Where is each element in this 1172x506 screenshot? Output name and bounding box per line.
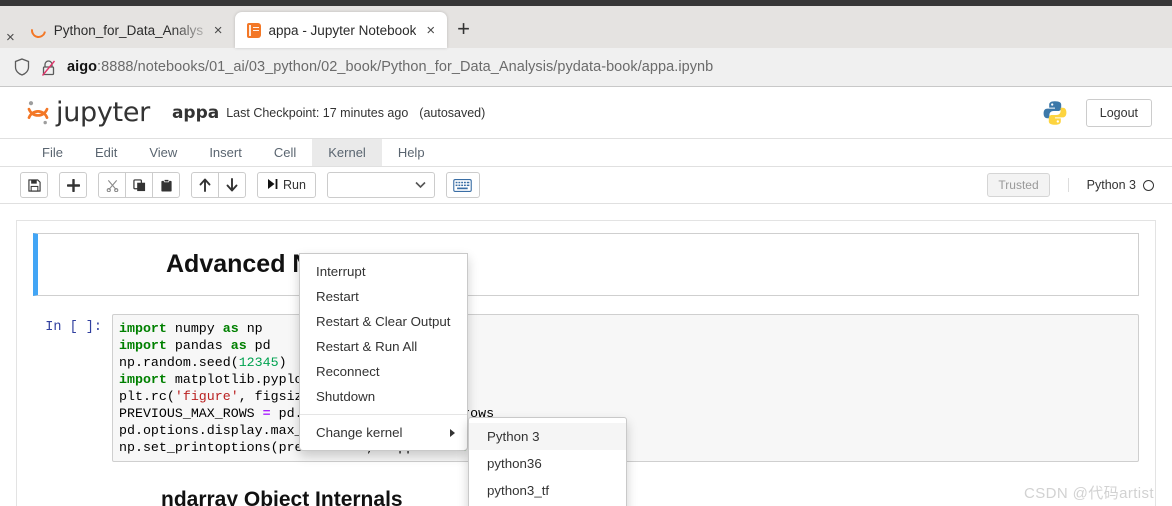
jupyter-logo[interactable]: jupyter [26, 97, 150, 128]
chevron-right-icon [450, 428, 455, 437]
run-cell-button[interactable]: Run [257, 172, 316, 198]
python-logo-icon [1041, 99, 1069, 127]
kernel-menu-divider [300, 414, 467, 415]
code-line: import numpy as np [119, 321, 263, 336]
jupyter-menubar: File Edit View Insert Cell Kernel Help [0, 139, 1172, 167]
kernel-menu-change-kernel[interactable]: Change kernel [300, 420, 467, 445]
kernel-idle-circle-icon [1143, 179, 1154, 191]
url-path: :8888/notebooks/01_ai/03_python/02_book/… [97, 59, 714, 75]
browser-urlbar[interactable]: aigo:8888/notebooks/01_ai/03_python/02_b… [0, 48, 1172, 86]
browser-tabstrip: × Python_for_Data_Analysi × appa - Jupyt… [0, 6, 1172, 48]
kernel-menu-shutdown[interactable]: Shutdown [300, 384, 467, 409]
plus-icon[interactable] [59, 172, 87, 198]
browser-tab-1[interactable]: Python_for_Data_Analysi × [19, 12, 235, 48]
url-text[interactable]: aigo:8888/notebooks/01_ai/03_python/02_b… [67, 59, 713, 75]
toolbar-group-add [59, 172, 87, 198]
markdown-cell-selected[interactable]: Advanced NumPy [33, 233, 1139, 296]
keyboard-icon[interactable] [445, 172, 480, 198]
shield-icon[interactable] [14, 58, 30, 76]
menu-help[interactable]: Help [382, 139, 441, 166]
chevron-down-icon [415, 178, 426, 192]
last-checkpoint-text: Last Checkpoint: 17 minutes ago [226, 105, 409, 120]
browser-chrome: × Python_for_Data_Analysi × appa - Jupyt… [0, 0, 1172, 87]
toolbar-group-run: Run [257, 172, 316, 198]
code-cell-prompt: In [ ]: [45, 320, 102, 335]
code-line: import pandas as pd [119, 338, 271, 353]
run-button-label: Run [283, 178, 306, 192]
notebook-book-icon [246, 22, 261, 38]
autosaved-status: (autosaved) [419, 105, 486, 120]
kernel-menu-interrupt[interactable]: Interrupt [300, 259, 467, 284]
toolbar-group-clipboard [98, 172, 180, 198]
menu-kernel[interactable]: Kernel [312, 139, 382, 166]
new-tab-button[interactable]: + [457, 16, 470, 48]
menu-insert[interactable]: Insert [193, 139, 258, 166]
code-line: plt.rc('figure', figsize=(10, 6)) [119, 389, 382, 404]
kernel-menu-restart-clear-output[interactable]: Restart & Clear Output [300, 309, 467, 334]
jupyter-circle-icon [27, 19, 49, 41]
paste-icon[interactable] [152, 172, 180, 198]
notebook-name[interactable]: appa [172, 103, 219, 123]
jupyter-logo-text: jupyter [56, 97, 150, 128]
kernel-dropdown-menu: Interrupt Restart Restart & Clear Output… [299, 253, 468, 451]
logout-button[interactable]: Logout [1085, 98, 1152, 127]
toolbar-group-save [20, 172, 48, 198]
kernel-menu-reconnect[interactable]: Reconnect [300, 359, 467, 384]
scissors-icon[interactable] [98, 172, 126, 198]
browser-tab-2-close-icon[interactable]: × [424, 23, 437, 38]
kernel-option-python36[interactable]: python36 [469, 450, 626, 477]
toolbar-status-group: Trusted Python 3 [987, 167, 1172, 203]
jupyter-notebook-app: jupyter appa Last Checkpoint: 17 minutes… [0, 87, 1172, 506]
run-play-icon [267, 178, 278, 193]
lock-crossed-icon[interactable] [41, 59, 56, 76]
kernel-option-python3[interactable]: Python 3 [469, 423, 626, 450]
menu-cell[interactable]: Cell [258, 139, 312, 166]
header-right-group: Logout [1041, 98, 1152, 127]
jupyter-logo-icon [26, 100, 50, 126]
menu-file[interactable]: File [26, 139, 79, 166]
jupyter-header: jupyter appa Last Checkpoint: 17 minutes… [0, 87, 1172, 139]
copy-icon[interactable] [125, 172, 153, 198]
code-line: np.random.seed(12345) [119, 355, 287, 370]
arrow-up-icon[interactable] [191, 172, 219, 198]
kernel-menu-restart[interactable]: Restart [300, 284, 467, 309]
change-kernel-submenu: Python 3 python36 python3_tf pytorch0524… [468, 417, 627, 506]
arrow-down-icon[interactable] [218, 172, 246, 198]
tabstrip-left-close-icon[interactable]: × [6, 29, 15, 48]
section-heading-ndarray: ndarray Object Internals [161, 488, 403, 506]
url-host: aigo [67, 59, 98, 75]
cell-type-select[interactable] [326, 172, 435, 198]
kernel-option-python3-tf[interactable]: python3_tf [469, 477, 626, 504]
code-line: import matplotlib.pyplot as plt [119, 372, 366, 387]
browser-tab-2[interactable]: appa - Jupyter Notebook × [234, 12, 448, 48]
kernel-menu-restart-run-all[interactable]: Restart & Run All [300, 334, 467, 359]
menu-view[interactable]: View [133, 139, 193, 166]
browser-tab-1-close-icon[interactable]: × [212, 23, 225, 38]
trusted-badge[interactable]: Trusted [987, 173, 1050, 197]
browser-tab-1-title: Python_for_Data_Analysi [53, 22, 204, 38]
kernel-indicator[interactable]: Python 3 [1067, 178, 1154, 192]
jupyter-toolbar: Run Trusted Python 3 [0, 167, 1172, 204]
browser-tab-2-title: appa - Jupyter Notebook [268, 22, 417, 38]
save-disk-icon[interactable] [20, 172, 48, 198]
kernel-name-label: Python 3 [1086, 178, 1136, 192]
change-kernel-label: Change kernel [316, 425, 403, 440]
toolbar-group-move [191, 172, 246, 198]
menu-edit[interactable]: Edit [79, 139, 133, 166]
